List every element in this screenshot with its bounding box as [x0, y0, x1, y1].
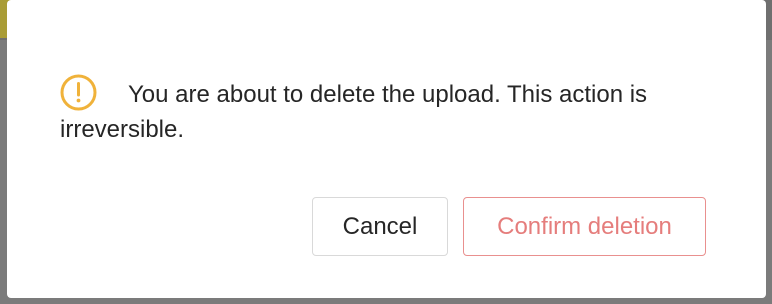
exclamation-circle-icon — [60, 74, 97, 111]
dialog-message: You are about to delete the upload. This… — [60, 74, 720, 147]
cancel-button[interactable]: Cancel — [312, 197, 448, 256]
confirm-deletion-button[interactable]: Confirm deletion — [463, 197, 706, 256]
dialog-message-text: You are about to delete the upload. This… — [60, 81, 648, 143]
dialog-actions: Cancel Confirm deletion — [312, 197, 706, 256]
confirm-delete-dialog: You are about to delete the upload. This… — [7, 0, 766, 298]
